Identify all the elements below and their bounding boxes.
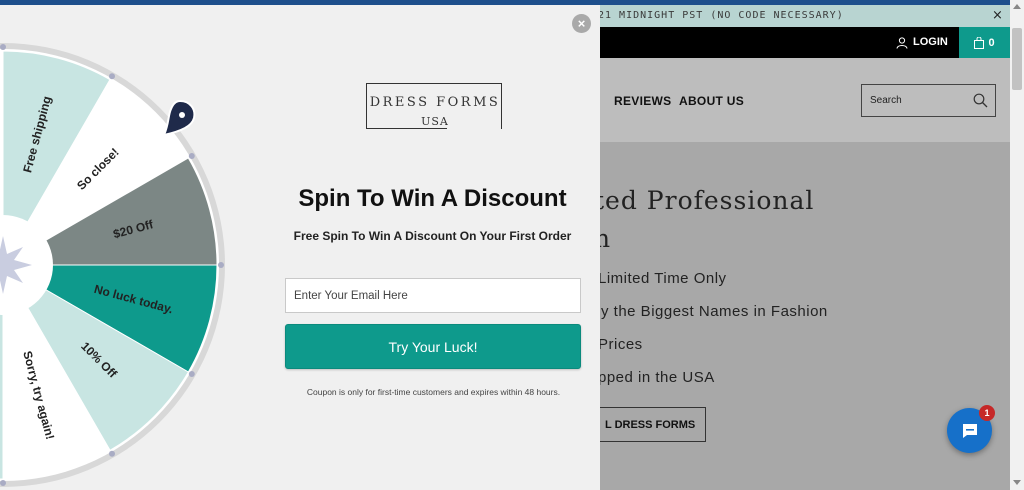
wheel-rim-dot xyxy=(188,371,195,377)
wheel-rim-dot xyxy=(0,480,6,486)
wheel-rim-dot xyxy=(218,262,224,268)
scrollbar-thumb[interactable] xyxy=(1012,28,1022,90)
search-placeholder: Search xyxy=(870,95,902,106)
spin-to-win-popup: Free shipping So close! $20 Off No luck tod… xyxy=(0,5,600,490)
search-icon[interactable] xyxy=(973,93,988,108)
logo-line2: USA xyxy=(421,115,449,128)
popup-subtitle: Free Spin To Win A Discount On Your Firs… xyxy=(293,229,572,243)
chat-bubble-icon xyxy=(962,423,977,438)
hero-button-label: L DRESS FORMS xyxy=(605,418,696,431)
popup-title: Spin To Win A Discount xyxy=(298,185,567,212)
chat-notification-badge: 1 xyxy=(979,405,995,421)
cart-count: 0 xyxy=(988,36,995,49)
user-icon xyxy=(896,36,908,49)
login-link[interactable]: LOGIN xyxy=(896,27,948,58)
brand-logo: DRESS FORMS USA xyxy=(366,83,502,132)
scroll-down-icon[interactable] xyxy=(1013,480,1021,485)
cart-button[interactable]: 0 xyxy=(959,27,1010,58)
try-your-luck-button[interactable]: Try Your Luck! xyxy=(285,324,581,369)
close-popup-icon[interactable]: × xyxy=(572,14,591,33)
search-input[interactable]: Search xyxy=(861,84,996,117)
announcement-close-icon[interactable]: × xyxy=(992,5,1004,27)
wheel-rim-dot xyxy=(188,153,195,159)
shopping-bag-icon xyxy=(974,36,985,49)
hero-bullet: Limited Time Only xyxy=(598,270,727,287)
hero-bullet: y the Biggest Names in Fashion xyxy=(601,303,828,320)
logo-line1: DRESS FORMS xyxy=(369,95,501,110)
coupon-disclaimer: Coupon is only for first-time customers … xyxy=(306,387,561,397)
wheel-rim-dot xyxy=(109,450,115,457)
nav-item-about-us[interactable]: ABOUT US xyxy=(679,94,744,108)
email-field[interactable] xyxy=(285,278,581,313)
wheel-rim-dot xyxy=(109,73,115,80)
login-label: LOGIN xyxy=(913,36,948,48)
wheel-pointer-icon xyxy=(162,99,196,137)
announcement-text: 21 MIDNIGHT PST (NO CODE NECESSARY) xyxy=(598,10,844,21)
hero-title-line1: ted Professional xyxy=(594,186,815,215)
nav-item-reviews[interactable]: REVIEWS xyxy=(614,94,671,108)
hero-bullet: pped in the USA xyxy=(598,369,715,386)
hero-bullet: Prices xyxy=(598,336,643,353)
wheel-rim-dot xyxy=(0,44,6,50)
scroll-up-icon[interactable] xyxy=(1013,4,1021,9)
